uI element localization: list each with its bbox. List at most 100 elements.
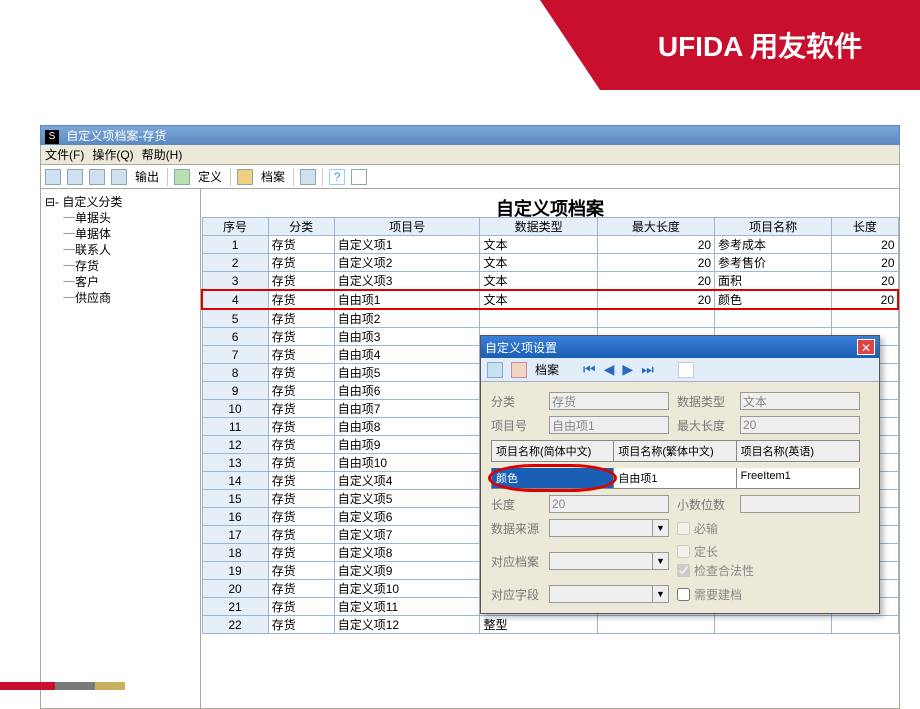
cell[interactable]: 自由项7 xyxy=(334,400,480,418)
name-value-row[interactable]: 颜色 自由项1 FreeItem1 xyxy=(491,468,860,489)
cell[interactable]: 颜色 xyxy=(715,290,832,309)
cell[interactable] xyxy=(597,616,714,634)
cell[interactable]: 自定义项12 xyxy=(334,616,480,634)
cell[interactable]: 16 xyxy=(202,508,268,526)
cell[interactable]: 17 xyxy=(202,526,268,544)
cell[interactable]: 文本 xyxy=(480,272,597,291)
cell[interactable]: 自由项3 xyxy=(334,328,480,346)
column-header[interactable]: 长度 xyxy=(832,218,898,236)
reffield-combo[interactable]: ▼ xyxy=(549,585,669,603)
filter-icon[interactable] xyxy=(45,169,61,185)
help-icon[interactable]: ? xyxy=(329,169,345,185)
cell[interactable]: 10 xyxy=(202,400,268,418)
cell[interactable]: 存货 xyxy=(268,508,334,526)
cell[interactable]: 自由项6 xyxy=(334,382,480,400)
cell[interactable]: 18 xyxy=(202,544,268,562)
cell[interactable]: 存货 xyxy=(268,364,334,382)
define-button[interactable]: 定义 xyxy=(196,168,224,185)
cell[interactable]: 自定义项11 xyxy=(334,598,480,616)
archive-icon[interactable] xyxy=(237,169,253,185)
cell[interactable]: 自定义项6 xyxy=(334,508,480,526)
tree-item-0[interactable]: 单据头 xyxy=(45,210,196,226)
cell[interactable]: 存货 xyxy=(268,562,334,580)
cell[interactable]: 存货 xyxy=(268,490,334,508)
cell[interactable]: 3 xyxy=(202,272,268,291)
cell[interactable]: 存货 xyxy=(268,382,334,400)
cell[interactable]: 自由项9 xyxy=(334,436,480,454)
table-row[interactable]: 3存货自定义项3文本20面积20 xyxy=(202,272,898,291)
cell[interactable]: 存货 xyxy=(268,290,334,309)
cell[interactable] xyxy=(480,309,597,328)
column-header[interactable]: 数据类型 xyxy=(480,218,597,236)
cell[interactable]: 参考售价 xyxy=(715,254,832,272)
archive-button[interactable]: 档案 xyxy=(259,168,287,185)
cell[interactable] xyxy=(832,309,898,328)
check-validate[interactable]: 检查合法性 xyxy=(677,562,860,579)
cell[interactable]: 存货 xyxy=(268,454,334,472)
chevron-down-icon[interactable]: ▼ xyxy=(653,552,669,570)
cell[interactable]: 12 xyxy=(202,436,268,454)
cell[interactable]: 20 xyxy=(597,272,714,291)
cell[interactable]: 存货 xyxy=(268,616,334,634)
cell[interactable]: 自定义项10 xyxy=(334,580,480,598)
cell[interactable]: 9 xyxy=(202,382,268,400)
prev-icon[interactable]: ◀ xyxy=(604,361,615,378)
table-row[interactable]: 2存货自定义项2文本20参考售价20 xyxy=(202,254,898,272)
settings-icon[interactable] xyxy=(111,169,127,185)
cell[interactable]: 自由项4 xyxy=(334,346,480,364)
column-header[interactable]: 最大长度 xyxy=(597,218,714,236)
next-icon[interactable]: ▶ xyxy=(622,361,633,378)
cell[interactable]: 自由项5 xyxy=(334,364,480,382)
datasource-combo[interactable]: ▼ xyxy=(549,519,669,537)
cell[interactable]: 20 xyxy=(832,272,898,291)
cell[interactable]: 存货 xyxy=(268,309,334,328)
cell[interactable]: 自定义项5 xyxy=(334,490,480,508)
tree-item-5[interactable]: 供应商 xyxy=(45,290,196,306)
cell[interactable]: 5 xyxy=(202,309,268,328)
cell[interactable]: 存货 xyxy=(268,254,334,272)
check-needarchive[interactable]: 需要建档 xyxy=(677,586,860,603)
tree-item-2[interactable]: 联系人 xyxy=(45,242,196,258)
cell[interactable]: 自由项2 xyxy=(334,309,480,328)
cell[interactable]: 存货 xyxy=(268,236,334,254)
close-icon[interactable]: ✕ xyxy=(857,339,875,355)
chevron-down-icon[interactable]: ▼ xyxy=(653,585,669,603)
cell[interactable]: 存货 xyxy=(268,346,334,364)
table-row[interactable]: 4存货自由项1文本20颜色20 xyxy=(202,290,898,309)
cell[interactable]: 自由项1 xyxy=(334,290,480,309)
define-icon[interactable] xyxy=(174,169,190,185)
cell[interactable] xyxy=(715,309,832,328)
cell[interactable]: 20 xyxy=(832,290,898,309)
table-row[interactable]: 5存货自由项2 xyxy=(202,309,898,328)
tree-view[interactable]: 自定义分类 单据头单据体联系人存货客户供应商 xyxy=(41,189,201,708)
cell[interactable]: 存货 xyxy=(268,418,334,436)
cell[interactable]: 20 xyxy=(597,236,714,254)
cell[interactable]: 存货 xyxy=(268,472,334,490)
cell[interactable]: 自由项8 xyxy=(334,418,480,436)
cell[interactable]: 自定义项8 xyxy=(334,544,480,562)
cell[interactable]: 20 xyxy=(832,236,898,254)
cell[interactable]: 存货 xyxy=(268,526,334,544)
cell[interactable]: 4 xyxy=(202,290,268,309)
check-required[interactable]: 必输 xyxy=(677,520,860,537)
cell[interactable]: 11 xyxy=(202,418,268,436)
tree-item-4[interactable]: 客户 xyxy=(45,274,196,290)
cell[interactable]: 参考成本 xyxy=(715,236,832,254)
column-header[interactable]: 序号 xyxy=(202,218,268,236)
name-en-cell[interactable]: FreeItem1 xyxy=(737,468,859,488)
cell[interactable]: 19 xyxy=(202,562,268,580)
name-zhtw-cell[interactable]: 自由项1 xyxy=(614,468,736,488)
cell[interactable]: 存货 xyxy=(268,436,334,454)
cell[interactable]: 文本 xyxy=(480,254,597,272)
undo-icon[interactable] xyxy=(511,362,527,378)
cell[interactable]: 14 xyxy=(202,472,268,490)
column-header[interactable]: 分类 xyxy=(268,218,334,236)
exit-icon[interactable] xyxy=(351,169,367,185)
exit-dialog-icon[interactable] xyxy=(678,362,694,378)
cell[interactable]: 面积 xyxy=(715,272,832,291)
save-icon[interactable] xyxy=(487,362,503,378)
column-header[interactable]: 项目名称 xyxy=(715,218,832,236)
cell[interactable] xyxy=(715,616,832,634)
cell[interactable]: 自定义项2 xyxy=(334,254,480,272)
cell[interactable] xyxy=(832,616,898,634)
